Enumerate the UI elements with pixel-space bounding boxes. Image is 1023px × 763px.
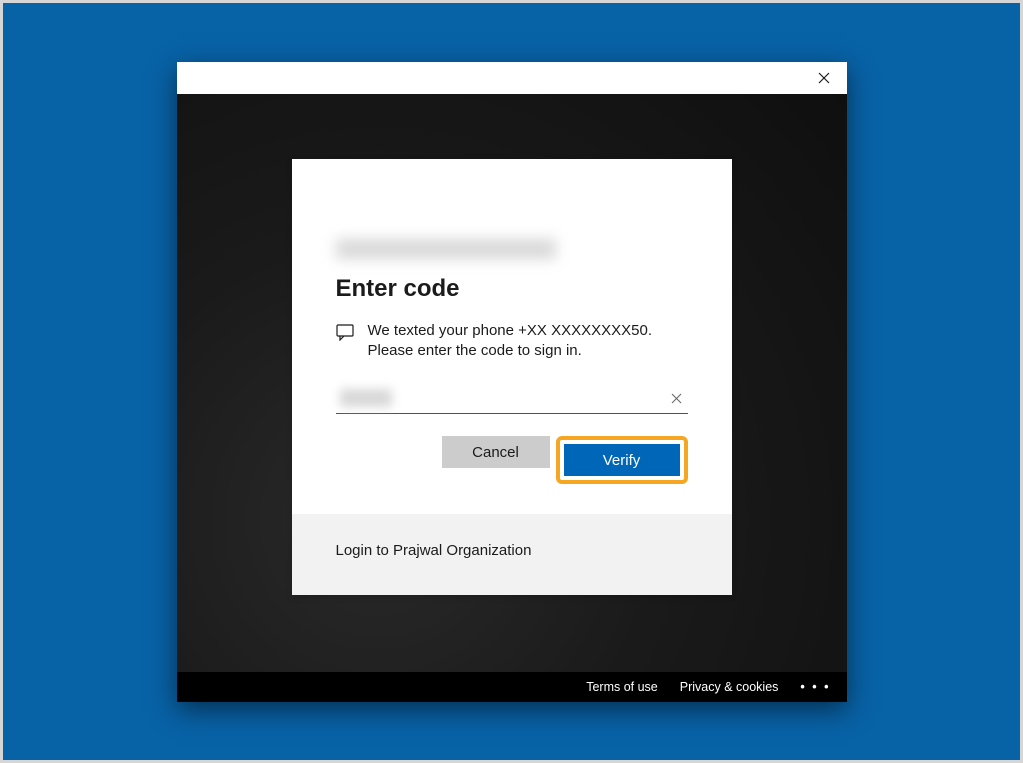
close-icon — [671, 393, 682, 404]
instruction-row: We texted your phone +XX XXXXXXXX50. Ple… — [336, 321, 688, 362]
verify-highlight: Verify — [556, 436, 688, 484]
titlebar — [177, 62, 847, 94]
code-input[interactable] — [336, 383, 688, 414]
sms-icon — [336, 323, 354, 341]
card-footer: Login to Prajwal Organization — [292, 514, 732, 595]
code-value-redacted — [340, 389, 392, 407]
more-options-button[interactable]: • • • — [800, 680, 830, 694]
terms-link[interactable]: Terms of use — [586, 680, 658, 694]
signin-main: Enter code We texted your phone +XX XXXX… — [292, 159, 732, 515]
window-close-button[interactable] — [801, 62, 847, 94]
cancel-button[interactable]: Cancel — [442, 436, 550, 468]
privacy-link[interactable]: Privacy & cookies — [680, 680, 779, 694]
org-login-text: Login to Prajwal Organization — [336, 542, 688, 559]
account-identifier-redacted — [336, 239, 556, 259]
signin-card: Enter code We texted your phone +XX XXXX… — [292, 159, 732, 596]
clear-input-button[interactable] — [670, 391, 684, 405]
auth-window: Enter code We texted your phone +XX XXXX… — [177, 62, 847, 702]
button-row: Cancel Verify — [336, 436, 688, 484]
instruction-text: We texted your phone +XX XXXXXXXX50. Ple… — [368, 321, 688, 362]
window-body: Enter code We texted your phone +XX XXXX… — [177, 94, 847, 702]
bottom-bar: Terms of use Privacy & cookies • • • — [177, 672, 847, 702]
account-identifier — [336, 239, 688, 261]
close-icon — [818, 72, 830, 84]
page-heading: Enter code — [336, 275, 688, 303]
verify-button[interactable]: Verify — [564, 444, 680, 476]
